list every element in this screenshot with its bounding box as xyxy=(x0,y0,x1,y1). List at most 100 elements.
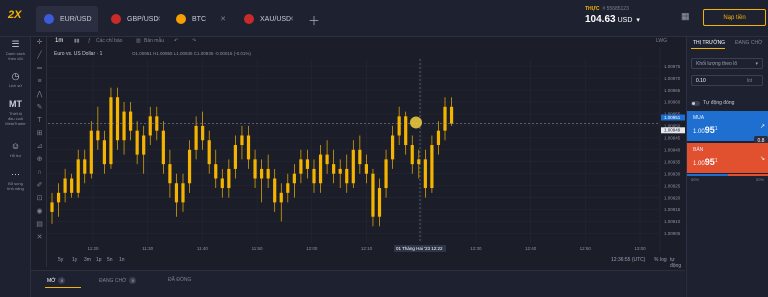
range-1y[interactable]: 1y xyxy=(72,257,77,263)
close-icon[interactable]: ✕ xyxy=(288,15,294,23)
tab-btc[interactable]: BTC ✕ xyxy=(168,6,232,32)
x-tick-label: 11:50 xyxy=(252,246,263,251)
auto-scale-toggle[interactable]: tự động xyxy=(670,257,685,269)
candle-body xyxy=(115,97,120,141)
range-5y[interactable]: 5y xyxy=(58,257,63,263)
x-tick-label: 11:40 xyxy=(197,246,208,251)
sidebar-item-watchlist[interactable]: ☰ Danh sách theo dõi xyxy=(0,39,31,61)
candle-body xyxy=(227,168,231,189)
app-logo[interactable]: 2X xyxy=(8,9,26,27)
candle-body xyxy=(292,173,296,184)
x-tick-label: 12:10 xyxy=(361,246,373,251)
tab-xauusd[interactable]: XAU/USD ✕ xyxy=(236,6,300,32)
sidebar-item-support[interactable]: ☺ Hỗ trợ xyxy=(0,141,31,158)
tab-open[interactable]: MỞ 0 xyxy=(47,277,66,284)
tab-closed[interactable]: ĐÃ ĐÓNG xyxy=(168,277,191,283)
sell-button[interactable]: BÁN 1.00951 ↘ xyxy=(687,143,768,173)
price-chart[interactable]: 1.009751.009701.009651.009601.009551.009… xyxy=(48,47,685,256)
order-panel: THỊ TRƯỜNG ĐANG CHỜ Khối lượng theo lô ▾… xyxy=(686,37,768,297)
candle-body xyxy=(286,183,290,193)
candle-body xyxy=(102,140,106,165)
sentiment-sell-label: 50% xyxy=(755,177,764,182)
redo-icon[interactable]: ↷ xyxy=(192,38,196,44)
candles xyxy=(50,87,454,227)
trendline-icon[interactable]: ╱ xyxy=(35,51,44,60)
percent-toggle[interactable]: % xyxy=(654,257,658,263)
zoom-icon[interactable]: ⊕ xyxy=(35,155,44,164)
sidebar-item-metatrader[interactable]: MT Thiết bị đầu cuối MetaTrader xyxy=(0,99,31,126)
lock-icon[interactable]: ⊡ xyxy=(35,194,44,203)
x-tick-label: 13:00 xyxy=(634,246,646,251)
timeframe-button[interactable]: 1m xyxy=(55,38,63,44)
x-tick-label: 12:00 xyxy=(306,246,318,251)
trading-app: 2X EUR/USD GBP/USD ✕ BTC ✕ XAU/USD ✕ ＋ T… xyxy=(0,0,768,297)
range-3m[interactable]: 3m xyxy=(84,257,91,263)
y-tick-label: 1.00945 xyxy=(664,136,681,141)
candle-body xyxy=(325,154,329,165)
account-selector[interactable]: THỰC # 55685123 104.63 USD ▾ xyxy=(585,6,640,25)
y-tick-label: 1.00915 xyxy=(664,207,681,212)
text-icon[interactable]: T xyxy=(35,116,44,125)
layers-icon[interactable]: ▤ xyxy=(35,220,44,229)
tab-eurusd[interactable]: EUR/USD xyxy=(36,6,98,32)
range-1p[interactable]: 1p xyxy=(96,257,102,263)
btc-icon xyxy=(176,14,186,24)
left-sidebar: ☰ Danh sách theo dõi ◷ Lịch sử MT Thiết b… xyxy=(0,37,31,297)
brush-icon[interactable]: ✎ xyxy=(35,103,44,112)
candle-body xyxy=(318,154,323,184)
indicators-icon[interactable]: ƒ xyxy=(88,38,91,44)
candle-body xyxy=(410,145,414,165)
deposit-button[interactable]: Nạp tiền xyxy=(703,9,766,26)
undo-icon[interactable]: ↶ xyxy=(174,38,178,44)
tab-label: XAU/USD xyxy=(260,15,292,23)
sidebar-item-more[interactable]: ⋯ Bổ sung tính năng xyxy=(0,169,31,191)
count-badge: 0 xyxy=(129,277,137,284)
sidebar-item-history[interactable]: ◷ Lịch sử xyxy=(0,71,31,88)
candle-type-icon[interactable]: ▮▮ xyxy=(74,38,80,44)
indicators-button[interactable]: Các chỉ báo xyxy=(96,38,122,44)
close-icon[interactable]: ✕ xyxy=(155,15,161,23)
range-selector: 5y 1y 3m 1p 5n 1n 12:36:55 (UTC) % log t… xyxy=(48,256,685,269)
candle-body xyxy=(187,149,192,184)
x-tick-label: 12:30 xyxy=(470,246,482,251)
tab-label: EUR/USD xyxy=(60,15,92,23)
apps-grid-icon[interactable]: ▦ xyxy=(681,11,690,22)
close-icon[interactable]: ✕ xyxy=(220,15,226,23)
range-1n[interactable]: 1n xyxy=(119,257,125,263)
fib-icon[interactable]: ≡ xyxy=(35,77,44,86)
range-5n[interactable]: 5n xyxy=(107,257,113,263)
volume-input[interactable]: 0.10 lot xyxy=(691,75,763,86)
horizontal-line-icon[interactable]: ═ xyxy=(35,64,44,73)
tab-gbpusd[interactable]: GBP/USD ✕ xyxy=(103,6,167,32)
metatrader-icon: MT xyxy=(9,99,22,109)
measure-icon[interactable]: ⊞ xyxy=(35,129,44,138)
crosshair-time-label: 01 Tháng Hai '23 12:22 xyxy=(396,246,443,251)
tab-pending-orders[interactable]: ĐANG CHỜ xyxy=(735,40,762,46)
candle-body xyxy=(109,97,113,165)
volume-mode-select[interactable]: Khối lượng theo lô ▾ xyxy=(691,58,763,69)
pattern-icon[interactable]: ⋀ xyxy=(35,90,44,99)
candle-body xyxy=(305,159,310,169)
templates-button[interactable]: Bản mẫu xyxy=(144,38,164,44)
log-scale-toggle[interactable]: log xyxy=(660,257,667,263)
active-tab-indicator xyxy=(45,287,81,288)
magnet-icon[interactable]: ∩ xyxy=(35,168,44,177)
y-tick-label: 1.00960 xyxy=(664,100,681,105)
tab-market[interactable]: THỊ TRƯỜNG xyxy=(693,40,725,46)
ruler-icon[interactable]: ⊿ xyxy=(35,142,44,151)
auto-close-row[interactable]: Tự động đóng xyxy=(691,100,734,106)
candle-body xyxy=(240,135,244,146)
crosshair-icon[interactable]: ✛ xyxy=(35,38,44,47)
tab-pending[interactable]: ĐANG CHỜ 0 xyxy=(99,277,137,284)
trash-icon[interactable]: ✕ xyxy=(35,233,44,242)
auto-close-toggle[interactable] xyxy=(691,100,700,106)
y-tick-label: 1.00925 xyxy=(664,183,681,188)
log-toggle[interactable]: LWG xyxy=(656,38,667,44)
add-tab-icon[interactable]: ＋ xyxy=(308,12,320,29)
templates-icon[interactable]: ▥ xyxy=(136,38,141,44)
candle-body xyxy=(377,188,382,217)
candle-body xyxy=(201,125,205,141)
eye-icon[interactable]: ◉ xyxy=(35,207,44,216)
pencil-icon[interactable]: ✐ xyxy=(35,181,44,190)
y-tick-label: 1.00910 xyxy=(664,219,681,224)
